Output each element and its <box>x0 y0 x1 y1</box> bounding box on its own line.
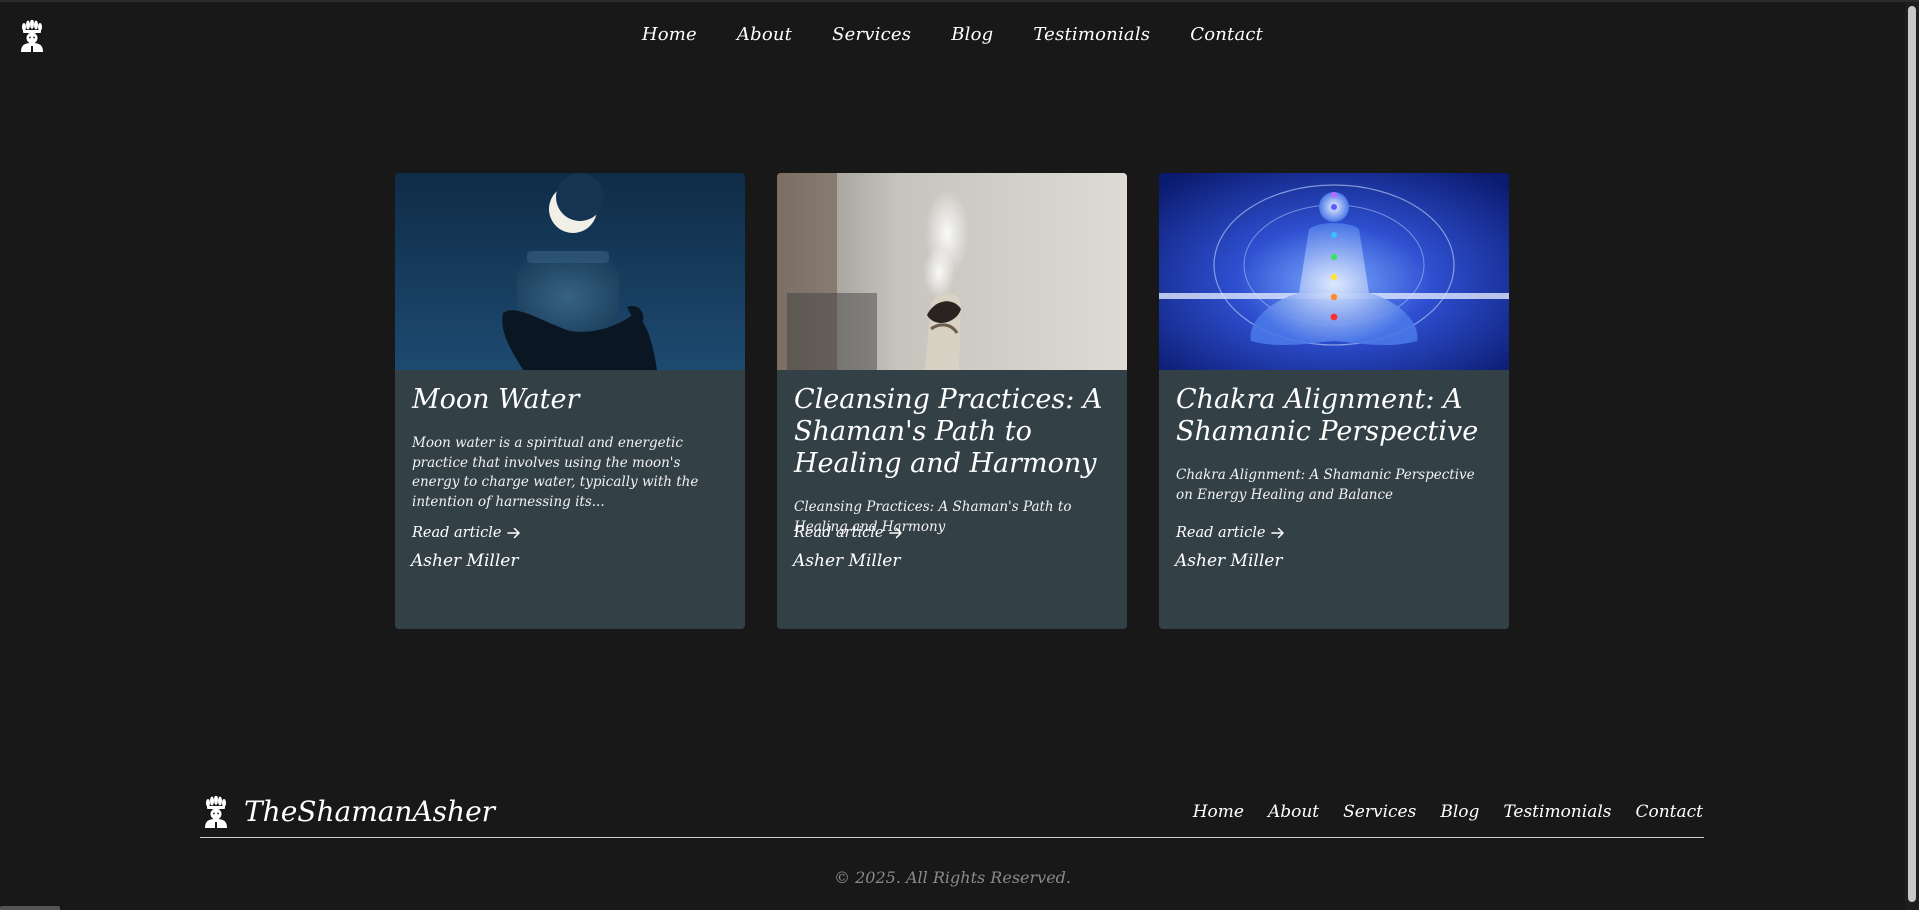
copyright-text: © 2025. All Rights Reserved. <box>834 868 1071 887</box>
nav-home[interactable]: Home <box>642 24 697 45</box>
card-author: Asher Miller <box>793 551 901 571</box>
footer-brand-name: TheShamanAsher <box>244 795 496 828</box>
card-body: Moon Water Moon water is a spiritual and… <box>395 370 745 629</box>
footer-brand[interactable]: TheShamanAsher <box>202 795 495 828</box>
footer-nav-home[interactable]: Home <box>1193 802 1244 822</box>
top-nav: Home About Services Blog Testimonials Co… <box>0 24 1905 45</box>
card-author: Asher Miller <box>411 551 519 571</box>
footer-nav-testimonials[interactable]: Testimonials <box>1503 802 1611 822</box>
card-title[interactable]: Cleansing Practices: A Shaman's Path to … <box>794 384 1110 480</box>
card-author: Asher Miller <box>1175 551 1283 571</box>
read-article-link[interactable]: Read article <box>794 525 903 541</box>
nav-contact[interactable]: Contact <box>1190 24 1263 45</box>
arrow-right-icon <box>1271 527 1285 539</box>
blog-card-moon-water[interactable]: Moon Water Moon water is a spiritual and… <box>395 173 745 629</box>
bottom-edge-tab <box>0 906 60 910</box>
shaman-logo-icon <box>205 795 227 828</box>
card-image-cleansing[interactable] <box>777 173 1127 370</box>
blog-card-chakra-alignment[interactable]: Chakra Alignment: A Shamanic Perspective… <box>1159 173 1509 629</box>
blog-card-cleansing-practices[interactable]: Cleansing Practices: A Shaman's Path to … <box>777 173 1127 629</box>
page-scrollbar[interactable] <box>1905 2 1919 910</box>
read-article-label: Read article <box>794 525 884 541</box>
scrollbar-thumb[interactable] <box>1908 6 1916 902</box>
card-title[interactable]: Moon Water <box>412 384 728 416</box>
card-body: Chakra Alignment: A Shamanic Perspective… <box>1159 370 1509 629</box>
card-excerpt: Chakra Alignment: A Shamanic Perspective… <box>1176 467 1475 503</box>
nav-services[interactable]: Services <box>832 24 911 45</box>
card-body: Cleansing Practices: A Shaman's Path to … <box>777 370 1127 629</box>
nav-about[interactable]: About <box>737 24 792 45</box>
footer-nav: Home About Services Blog Testimonials Co… <box>1193 802 1703 822</box>
read-article-link[interactable]: Read article <box>412 525 521 541</box>
blog-cards: Moon Water Moon water is a spiritual and… <box>395 173 1509 629</box>
nav-testimonials[interactable]: Testimonials <box>1033 24 1150 45</box>
card-title[interactable]: Chakra Alignment: A Shamanic Perspective <box>1176 384 1492 448</box>
read-article-label: Read article <box>412 525 502 541</box>
arrow-right-icon <box>889 527 903 539</box>
footer-nav-services[interactable]: Services <box>1343 802 1416 822</box>
read-article-link[interactable]: Read article <box>1176 525 1285 541</box>
read-article-label: Read article <box>1176 525 1266 541</box>
arrow-right-icon <box>507 527 521 539</box>
page: Home About Services Blog Testimonials Co… <box>0 0 1919 910</box>
nav-blog[interactable]: Blog <box>951 24 993 45</box>
footer-nav-blog[interactable]: Blog <box>1440 802 1479 822</box>
footer-nav-about[interactable]: About <box>1268 802 1319 822</box>
card-image-chakra[interactable] <box>1159 173 1509 370</box>
card-image-moon-water[interactable] <box>395 173 745 370</box>
footer-nav-contact[interactable]: Contact <box>1635 802 1703 822</box>
card-excerpt: Moon water is a spiritual and energetic … <box>412 435 699 510</box>
footer-divider <box>200 837 1704 838</box>
